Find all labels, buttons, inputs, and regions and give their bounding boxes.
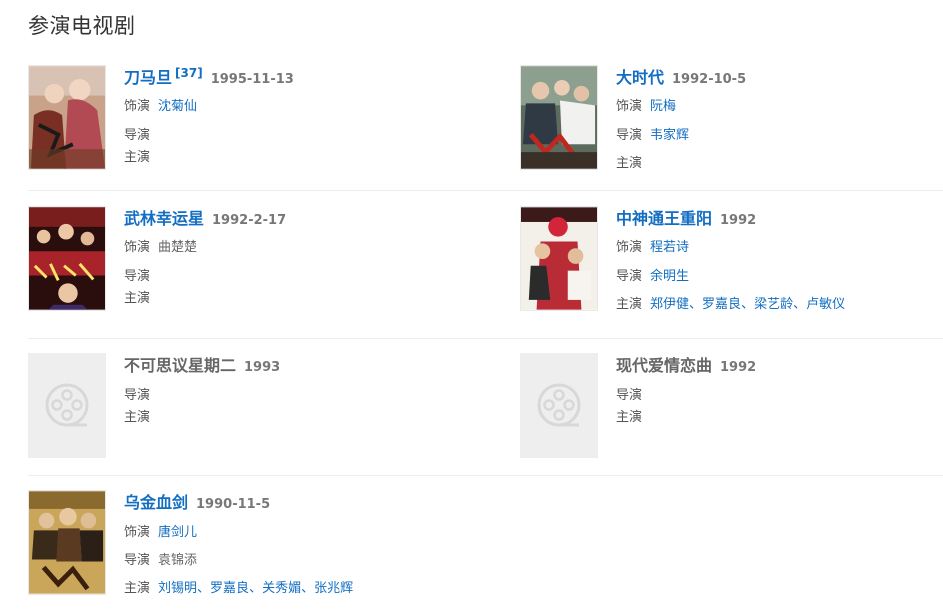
poster-placeholder[interactable] <box>520 353 598 458</box>
cast-member-link[interactable]: 梁艺龄 <box>754 297 793 312</box>
title-link[interactable]: 武林幸运星 <box>124 209 204 228</box>
cast-label: 主演 <box>616 156 643 171</box>
tv-item-dashidai: 大时代 1992-10-5 饰演 阮梅 导演 韦家辉 主演 <box>520 65 940 175</box>
title-link[interactable]: 大时代 <box>616 68 664 87</box>
poster-wulin[interactable] <box>28 206 106 311</box>
cast-list: 刘锡明、罗嘉良、关秀媚、张兆辉 <box>158 581 353 596</box>
cast-separator: 、 <box>741 297 755 312</box>
role-value[interactable]: 阮梅 <box>650 99 676 114</box>
film-reel-icon <box>45 383 89 427</box>
title-text: 现代爱情恋曲 <box>616 356 713 375</box>
cast-list: 郑伊健、罗嘉良、梁艺龄、卢敏仪 <box>650 297 845 312</box>
poster-placeholder[interactable] <box>28 353 106 458</box>
cast-member-link[interactable]: 罗嘉良 <box>210 581 249 596</box>
section-title: 参演电视剧 <box>28 14 136 38</box>
poster-image-icon <box>521 207 597 310</box>
role-label: 饰演 <box>124 240 151 255</box>
air-date: 1992 <box>720 213 757 228</box>
air-date: 1995-11-13 <box>210 72 294 87</box>
role-label: 饰演 <box>616 99 643 114</box>
poster-wujin[interactable] <box>28 490 106 595</box>
cast-member-link[interactable]: 关秀媚 <box>262 581 301 596</box>
air-date: 1992 <box>720 360 757 375</box>
director-value[interactable]: 余明生 <box>650 269 689 284</box>
title-link[interactable]: 中神通王重阳 <box>616 209 712 228</box>
cast-separator: 、 <box>249 581 263 596</box>
tv-item-xiandai: 现代爱情恋曲 1992 导演 主演 <box>520 353 940 463</box>
air-date: 1990-11-5 <box>196 497 271 512</box>
tv-item-daomadan: 刀马旦 [37] 1995-11-13 饰演 沈菊仙 导演 主演 <box>28 65 448 175</box>
poster-image-icon <box>29 491 105 594</box>
role-value: 曲楚楚 <box>158 240 198 255</box>
tv-item-bukesiyi: 不可思议星期二 1993 导演 主演 <box>28 353 448 463</box>
tv-item-wangchongyang: 中神通王重阳 1992 饰演 程若诗 导演 余明生 主演 郑伊健、罗嘉良、梁艺龄、卢敏仪 <box>520 206 940 316</box>
poster-image-icon <box>29 207 105 310</box>
row-divider <box>28 190 943 191</box>
cast-separator: 、 <box>301 581 315 596</box>
cast-member-link[interactable]: 郑伊健 <box>650 297 689 312</box>
air-date: 1993 <box>244 360 281 375</box>
director-label: 导演 <box>124 553 151 568</box>
role-label: 饰演 <box>124 525 151 540</box>
director-label: 导演 <box>616 128 643 143</box>
title-link[interactable]: 乌金血剑 <box>124 493 188 512</box>
director-label: 导演 <box>124 388 151 403</box>
cast-member-link[interactable]: 罗嘉良 <box>702 297 741 312</box>
director-label: 导演 <box>124 128 151 143</box>
director-value: 袁锦添 <box>158 553 198 568</box>
citation-link[interactable]: [37] <box>175 66 203 80</box>
film-reel-icon <box>537 383 581 427</box>
poster-image-icon <box>29 66 105 169</box>
poster-dashidai[interactable] <box>520 65 598 170</box>
cast-label: 主演 <box>616 410 643 425</box>
role-label: 饰演 <box>124 99 151 114</box>
cast-label: 主演 <box>616 297 643 312</box>
poster-daomadan[interactable] <box>28 65 106 170</box>
director-label: 导演 <box>616 388 643 403</box>
tv-item-wulin: 武林幸运星 1992-2-17 饰演 曲楚楚 导演 主演 <box>28 206 448 316</box>
poster-wangchongyang[interactable] <box>520 206 598 311</box>
role-label: 饰演 <box>616 240 643 255</box>
title-link[interactable]: 刀马旦 <box>124 68 172 87</box>
cast-label: 主演 <box>124 581 151 596</box>
cast-member-link[interactable]: 刘锡明 <box>158 581 197 596</box>
cast-label: 主演 <box>124 150 151 165</box>
row-divider <box>28 338 943 339</box>
cast-separator: 、 <box>689 297 703 312</box>
cast-member-link[interactable]: 张兆辉 <box>314 581 353 596</box>
title-text: 不可思议星期二 <box>124 356 237 375</box>
cast-separator: 、 <box>793 297 807 312</box>
poster-image-icon <box>521 66 597 169</box>
cast-label: 主演 <box>124 291 151 306</box>
cast-member-link[interactable]: 卢敏仪 <box>806 297 845 312</box>
role-value[interactable]: 唐剑儿 <box>158 525 197 540</box>
row-divider <box>28 475 943 476</box>
air-date: 1992-10-5 <box>672 72 747 87</box>
director-value[interactable]: 韦家辉 <box>650 128 689 143</box>
cast-separator: 、 <box>197 581 211 596</box>
director-label: 导演 <box>124 269 151 284</box>
director-label: 导演 <box>616 269 643 284</box>
role-value[interactable]: 沈菊仙 <box>158 99 197 114</box>
air-date: 1992-2-17 <box>212 213 287 228</box>
tv-item-wujin: 乌金血剑 1990-11-5 饰演 唐剑儿 导演 袁锦添 主演 刘锡明、罗嘉良、关秀媚、… <box>28 490 448 600</box>
cast-label: 主演 <box>124 410 151 425</box>
role-value[interactable]: 程若诗 <box>650 240 689 255</box>
